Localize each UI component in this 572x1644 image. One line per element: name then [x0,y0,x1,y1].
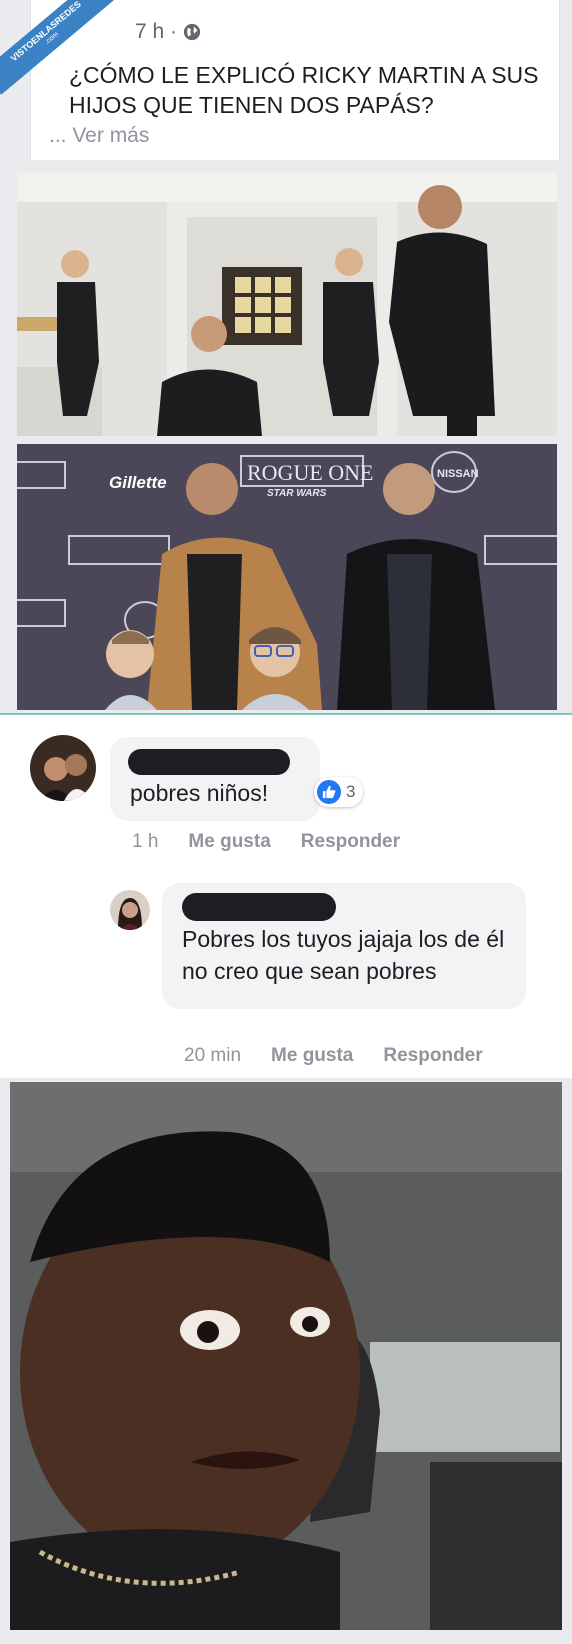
rogue-one-logo: ROGUE ONE [247,460,374,485]
reaction-meme-image[interactable] [10,1082,562,1630]
like-button[interactable]: Me gusta [188,831,270,853]
thumbs-up-icon [317,780,341,804]
comment-time[interactable]: 1 h [132,831,158,853]
comment-bubble: pobres niños! [110,737,320,821]
reply-button[interactable]: Responder [301,831,400,853]
star-wars-logo: STAR WARS [267,488,327,499]
reaction-number: 3 [346,782,356,801]
reply-time[interactable]: 20 min [184,1045,241,1067]
comment-text: pobres niños! [130,780,269,806]
redacted-name [182,893,336,921]
see-more-link[interactable]: ... Ver más [49,124,149,148]
reaction-count[interactable]: 3 [314,777,364,807]
meme-illustration [10,1082,562,1630]
reply-text: Pobres los tuyos jajaja los de él no cre… [182,926,505,984]
reply-bubble: Pobres los tuyos jajaja los de él no cre… [162,883,526,1009]
premiere-photo-image: Gillette ROGUE ONE STAR WARS NISSAN [10,444,566,710]
comments-section: pobres niños! 3 1 h Me gusta Responder P… [0,715,572,1078]
globe-icon [183,23,201,41]
post-time[interactable]: 7 h · [135,20,177,44]
like-button[interactable]: Me gusta [271,1045,353,1067]
reply-actions: 20 min Me gusta Responder [184,1045,483,1067]
post-meta: 7 h · [135,20,201,44]
nissan-logo: NISSAN [437,468,479,480]
premiere-photo[interactable]: Gillette ROGUE ONE STAR WARS NISSAN [10,444,566,710]
avatar-image [110,890,150,930]
redacted-name [128,749,290,775]
avatar-image [30,735,96,801]
family-photo-image [17,172,557,436]
family-photo[interactable] [17,172,557,436]
post-text: ¿CÓMO LE EXPLICÓ RICKY MARTIN A SUS HIJO… [69,62,539,118]
reply-avatar[interactable] [110,890,150,930]
facebook-post: 7 h · ¿CÓMO LE EXPLICÓ RICKY MARTIN A SU… [30,0,560,160]
commenter-avatar[interactable] [30,735,96,801]
gillette-logo: Gillette [109,473,167,492]
reply-button[interactable]: Responder [383,1045,482,1067]
comment-actions: 1 h Me gusta Responder [132,831,400,853]
